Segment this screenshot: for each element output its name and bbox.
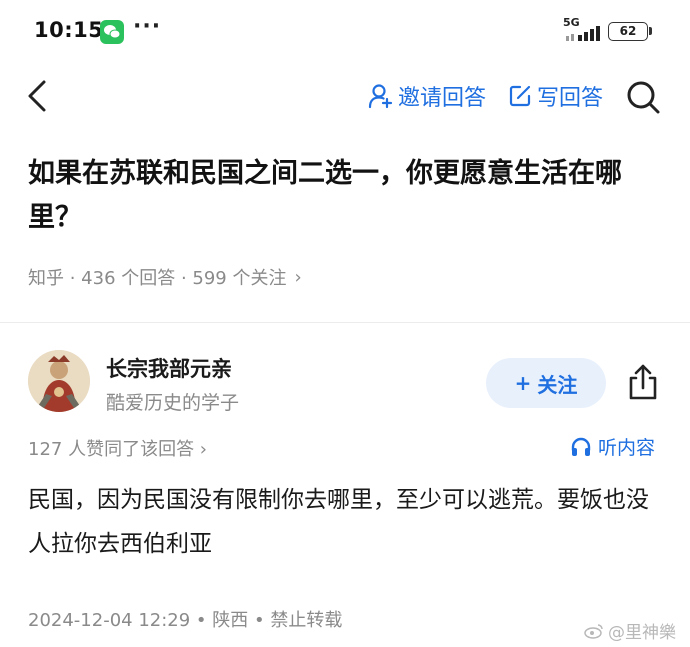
- invite-answer-label: 邀请回答: [398, 86, 487, 111]
- chevron-right-icon: ›: [294, 266, 302, 288]
- user-plus-icon: [368, 84, 393, 109]
- edit-icon: [509, 85, 531, 107]
- invite-answer-button[interactable]: 邀请回答: [368, 80, 486, 112]
- signal-icon: [566, 26, 600, 41]
- answer-footer: 2024-12-04 12:29 • 陕西 • 禁止转载: [28, 610, 343, 631]
- question-title[interactable]: 如果在苏联和民国之间二选一，你更愿意生活在哪里？: [28, 152, 668, 240]
- author-bio: 酷爱历史的学子: [106, 392, 240, 414]
- avatar[interactable]: [28, 350, 90, 412]
- upvote-count[interactable]: 127 人赞同了该回答 ›: [28, 435, 207, 461]
- question-meta[interactable]: 知乎 · 436 个回答 · 599 个关注 ›: [28, 264, 302, 290]
- plus-icon: +: [514, 371, 532, 395]
- write-answer-label: 写回答: [537, 86, 604, 111]
- weibo-icon: [584, 623, 603, 639]
- divider: [0, 322, 690, 323]
- answer-content[interactable]: 民国，因为民国没有限制你去哪里，至少可以逃荒。要饭也没人拉你去西伯利亚: [28, 478, 668, 566]
- search-icon[interactable]: [624, 78, 662, 116]
- battery-icon: 62: [608, 22, 648, 41]
- listen-label: 听内容: [598, 437, 656, 459]
- status-bar: 10:15 ··· 5G 62: [0, 0, 690, 64]
- watermark: @里神樂: [584, 618, 676, 643]
- share-icon[interactable]: [624, 362, 662, 402]
- question-meta-text: 知乎 · 436 个回答 · 599 个关注: [28, 268, 287, 289]
- write-answer-button[interactable]: 写回答: [507, 80, 603, 112]
- listen-button[interactable]: 听内容: [570, 433, 655, 460]
- follow-label: 关注: [537, 372, 578, 397]
- status-time: 10:15: [34, 18, 104, 42]
- more-notifications-icon: ···: [133, 14, 162, 39]
- watermark-text: @里神樂: [608, 623, 676, 643]
- author-name[interactable]: 长宗我部元亲: [106, 353, 232, 383]
- chevron-left-icon[interactable]: [22, 76, 54, 116]
- wechat-icon: [100, 20, 124, 44]
- nav-bar: 邀请回答 写回答: [0, 64, 690, 128]
- battery-tip: [649, 27, 652, 35]
- follow-button[interactable]: + 关注: [486, 358, 606, 408]
- headphones-icon: [571, 437, 591, 456]
